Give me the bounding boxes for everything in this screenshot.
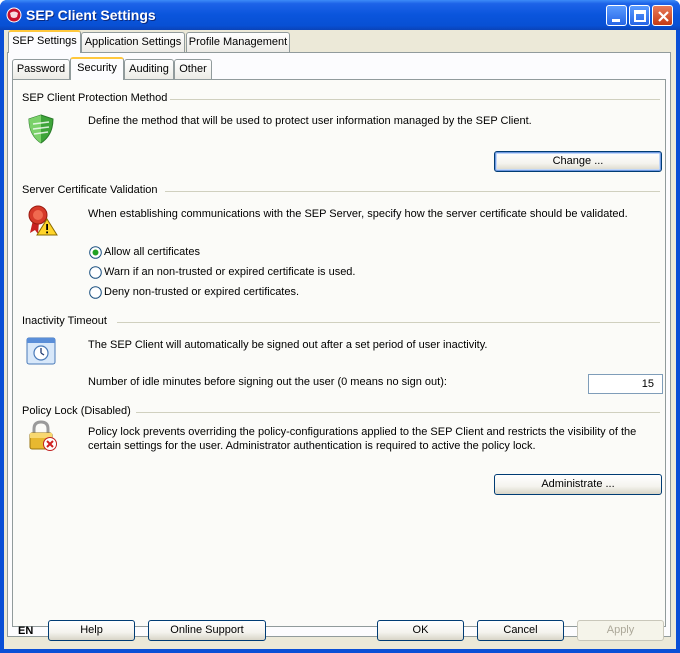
maximize-icon	[634, 10, 646, 22]
protection-description: Define the method that will be used to p…	[88, 115, 532, 127]
tab-security[interactable]: Security	[70, 57, 124, 80]
divider	[136, 412, 660, 413]
padlock-disabled-icon	[29, 420, 57, 451]
certificate-description: When establishing communications with th…	[88, 208, 628, 220]
divider	[117, 322, 660, 323]
minimize-icon	[612, 19, 620, 22]
tab-profile-management[interactable]: Profile Management	[186, 32, 290, 52]
divider	[165, 191, 660, 192]
radio-unselected-icon[interactable]	[89, 286, 102, 299]
tab-label: Security	[77, 62, 117, 74]
inactivity-description: The SEP Client will automatically be sig…	[88, 339, 488, 351]
title-bar[interactable]: SEP Client Settings	[0, 0, 680, 30]
apply-button[interactable]: Apply	[577, 620, 664, 641]
tab-label: Application Settings	[84, 36, 182, 48]
close-button[interactable]	[652, 5, 673, 26]
certificate-heading: Server Certificate Validation	[22, 184, 158, 196]
tab-other[interactable]: Other	[174, 59, 212, 79]
clock-window-icon	[26, 337, 56, 365]
tab-label: Profile Management	[188, 36, 288, 48]
cancel-button[interactable]: Cancel	[477, 620, 564, 641]
tab-label: Password	[16, 63, 66, 75]
tab-label: Other	[179, 63, 207, 75]
dialog-body: SEP Settings Application Settings Profil…	[4, 30, 676, 649]
policy-description: Policy lock prevents overriding the poli…	[88, 426, 637, 452]
idle-minutes-input[interactable]: 15	[588, 374, 663, 394]
window-frame: SEP Client Settings SEP Settings Applica…	[0, 0, 680, 653]
app-logo-icon	[6, 7, 22, 23]
maximize-button[interactable]	[629, 5, 650, 26]
tab-auditing[interactable]: Auditing	[124, 59, 174, 79]
window-title: SEP Client Settings	[26, 7, 156, 23]
security-panel: SEP Client Protection Method Define the …	[12, 79, 666, 627]
protection-heading: SEP Client Protection Method	[22, 92, 168, 104]
minimize-button[interactable]	[606, 5, 627, 26]
change-button[interactable]: Change ...	[494, 151, 662, 172]
administrate-button[interactable]: Administrate ...	[494, 474, 662, 495]
radio-selected-icon[interactable]	[89, 246, 102, 259]
radio-unselected-icon[interactable]	[89, 266, 102, 279]
language-indicator: EN	[18, 625, 34, 637]
tab-label: Auditing	[129, 63, 169, 75]
help-button[interactable]: Help	[48, 620, 135, 641]
policy-heading: Policy Lock (Disabled)	[22, 405, 131, 417]
radio-label: Allow all certificates	[104, 246, 200, 258]
certificate-warning-icon	[28, 205, 58, 236]
inactivity-heading: Inactivity Timeout	[22, 315, 107, 327]
tab-application-settings[interactable]: Application Settings	[81, 32, 185, 52]
tab-password[interactable]: Password	[12, 59, 70, 79]
sep-settings-panel: Password Security Auditing Other SEP Cli…	[7, 52, 671, 637]
tab-label: SEP Settings	[12, 35, 77, 47]
divider	[170, 99, 660, 100]
close-icon	[658, 11, 669, 22]
radio-label: Warn if an non-trusted or expired certif…	[104, 266, 356, 278]
idle-minutes-label: Number of idle minutes before signing ou…	[88, 376, 447, 388]
ok-button[interactable]: OK	[377, 620, 464, 641]
radio-label: Deny non-trusted or expired certificates…	[104, 286, 300, 298]
tab-sep-settings[interactable]: SEP Settings	[8, 30, 81, 53]
shield-icon	[28, 114, 54, 144]
online-support-button[interactable]: Online Support	[148, 620, 266, 641]
